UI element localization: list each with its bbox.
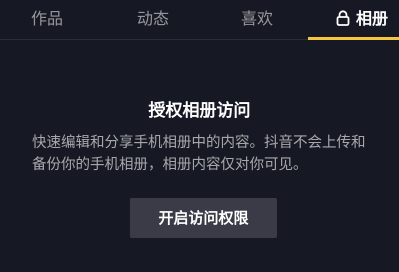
lock-icon (336, 10, 350, 26)
grant-access-button[interactable]: 开启访问权限 (130, 198, 277, 238)
tab-album-label: 相册 (355, 9, 388, 28)
profile-tab-bar: 作品 动态 喜欢 相册 (0, 0, 399, 40)
permission-title: 授权相册访问 (148, 101, 251, 121)
active-tab-indicator (308, 37, 399, 40)
tab-likes[interactable]: 喜欢 (232, 0, 282, 38)
tab-album[interactable]: 相册 (325, 0, 399, 38)
tab-works[interactable]: 作品 (22, 0, 72, 38)
permission-description: 快速编辑和分享手机相册中的内容。抖音不会上传和备份你的手机相册，相册内容仅对你可… (32, 135, 366, 173)
tab-activity[interactable]: 动态 (128, 0, 178, 38)
